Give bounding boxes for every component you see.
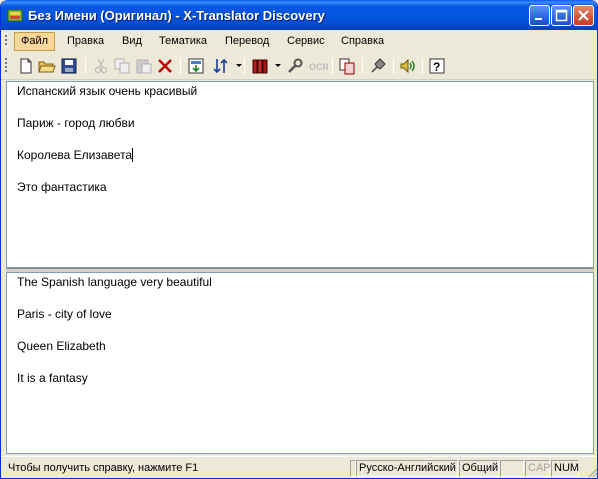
paste-icon[interactable] — [135, 57, 153, 75]
source-line[interactable]: Это фантастика — [17, 180, 107, 194]
translation-line[interactable]: Queen Elizabeth — [17, 339, 106, 353]
ocr-icon[interactable]: OCR — [308, 57, 330, 75]
menu-file[interactable]: Файл — [14, 32, 56, 51]
menu-grip[interactable] — [5, 35, 8, 47]
menu-translate[interactable]: Перевод — [219, 32, 275, 51]
new-document-icon[interactable] — [17, 57, 35, 75]
translation-text-pane[interactable]: The Spanish language very beautiful Pari… — [6, 272, 594, 454]
save-icon[interactable] — [60, 57, 78, 75]
toolbar-separator — [393, 58, 394, 74]
maximize-icon — [555, 9, 568, 22]
app-icon[interactable] — [7, 7, 23, 23]
copy-icon[interactable] — [113, 57, 131, 75]
menu-help[interactable]: Справка — [335, 32, 390, 51]
close-icon — [578, 10, 589, 21]
status-panel-empty — [500, 460, 524, 477]
speaker-icon[interactable] — [399, 57, 417, 75]
minimize-button[interactable] — [529, 5, 550, 26]
source-line[interactable]: Королева Елизавета — [17, 148, 134, 162]
svg-text:OCR: OCR — [309, 62, 328, 72]
caps-lock-indicator: CAP — [525, 460, 551, 477]
status-bar: Чтобы получить справку, нажмите F1 Русск… — [1, 456, 598, 478]
menu-bar: Файл Правка Вид Тематика Перевод Сервис … — [1, 30, 597, 53]
open-folder-icon[interactable] — [38, 57, 56, 75]
toolbar: OCR ? — [1, 53, 597, 80]
translation-direction[interactable]: Русско-Английский — [356, 460, 458, 477]
toolbar-separator — [422, 58, 423, 74]
app-window: Без Имени (Оригинал) - X-Translator Disc… — [0, 0, 598, 479]
num-lock-indicator: NUM — [551, 460, 579, 477]
window-title: Без Имени (Оригинал) - X-Translator Disc… — [28, 8, 325, 23]
status-help-text: Чтобы получить справку, нажмите F1 — [8, 462, 199, 474]
translation-line[interactable]: The Spanish language very beautiful — [17, 275, 212, 289]
sort-direction-icon[interactable] — [212, 57, 230, 75]
menu-service[interactable]: Сервис — [281, 32, 331, 51]
maximize-button[interactable] — [551, 5, 572, 26]
translation-line[interactable]: It is a fantasy — [17, 371, 88, 385]
minimize-icon — [535, 18, 542, 20]
title-bar[interactable]: Без Имени (Оригинал) - X-Translator Disc… — [1, 0, 597, 30]
menu-topic[interactable]: Тематика — [153, 32, 213, 51]
toolbar-separator — [180, 58, 181, 74]
source-line[interactable]: Испанский язык очень красивый — [17, 84, 197, 98]
cut-icon[interactable] — [92, 57, 110, 75]
menu-view[interactable]: Вид — [116, 32, 148, 51]
translate-icon[interactable] — [187, 57, 205, 75]
help-icon[interactable]: ? — [428, 57, 446, 75]
wrench-icon[interactable] — [286, 57, 304, 75]
delete-icon[interactable] — [156, 57, 174, 75]
dictionary-books-icon[interactable] — [251, 57, 269, 75]
sort-dropdown-arrow[interactable] — [236, 64, 242, 67]
source-line[interactable]: Париж - город любви — [17, 116, 135, 130]
svg-text:?: ? — [433, 60, 440, 74]
close-button[interactable] — [573, 5, 594, 26]
menu-edit[interactable]: Правка — [61, 32, 110, 51]
toolbar-separator — [332, 58, 333, 74]
resize-grip-icon[interactable] — [586, 466, 598, 478]
toolbar-separator — [362, 58, 363, 74]
source-text-pane[interactable]: Испанский язык очень красивый Париж - го… — [6, 81, 594, 268]
toolbar-separator — [244, 58, 245, 74]
text-caret — [132, 148, 134, 162]
toolbar-grip[interactable] — [5, 58, 8, 74]
pin-icon[interactable] — [369, 57, 387, 75]
translation-topic[interactable]: Общий — [459, 460, 499, 477]
copy-pages-icon[interactable] — [338, 57, 356, 75]
translation-line[interactable]: Paris - city of love — [17, 307, 112, 321]
toolbar-separator — [85, 58, 86, 74]
dictionary-dropdown-arrow[interactable] — [275, 64, 281, 67]
